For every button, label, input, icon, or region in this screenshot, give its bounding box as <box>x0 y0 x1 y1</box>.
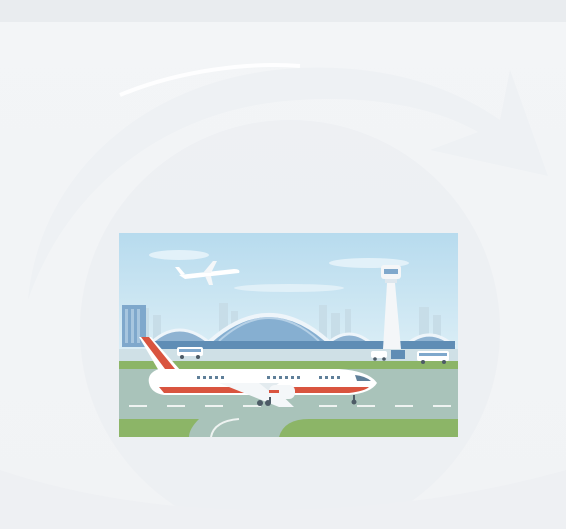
page-canvas <box>0 0 566 529</box>
airport-illustration <box>119 233 458 437</box>
cloud <box>149 250 209 260</box>
lower-grass <box>279 419 458 437</box>
cloud <box>234 284 344 292</box>
lower-grass <box>119 419 199 437</box>
